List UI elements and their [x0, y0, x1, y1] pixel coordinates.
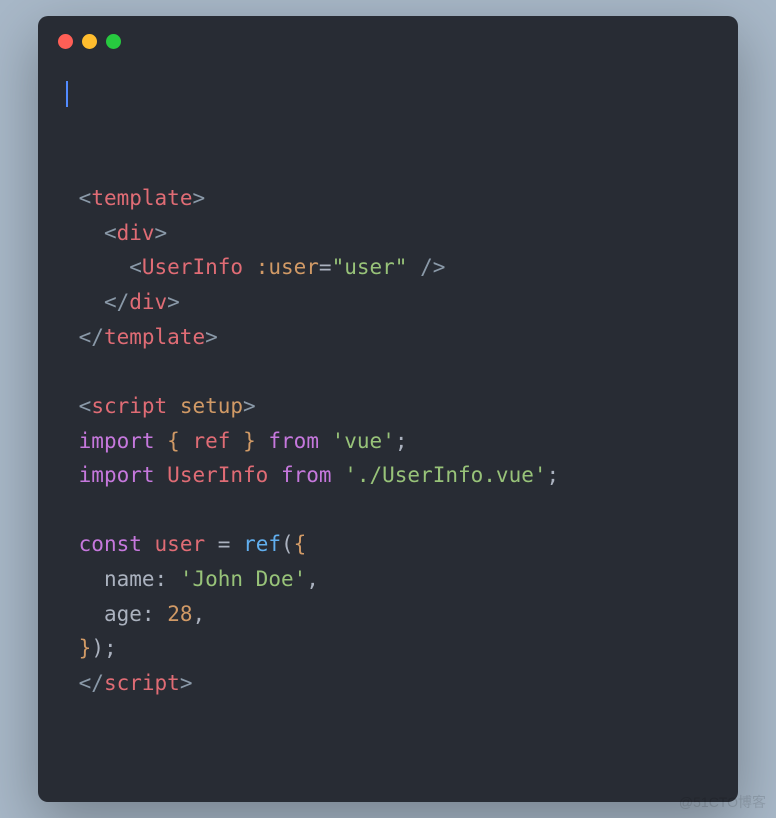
- code-line: import { ref } from 'vue';: [66, 424, 710, 459]
- token-prop: age: [104, 602, 142, 626]
- token-tag-bracket: <: [129, 255, 142, 279]
- token-tag-name: template: [104, 325, 205, 349]
- token-tag-bracket: </: [104, 290, 129, 314]
- code-line: name: 'John Doe',: [66, 562, 710, 597]
- maximize-icon[interactable]: [106, 34, 121, 49]
- token-tag-bracket: <: [104, 221, 117, 245]
- token-plain: [407, 255, 420, 279]
- code-window: <template> <div> <UserInfo :user="user" …: [38, 16, 738, 802]
- text-cursor: [66, 81, 68, 107]
- token-keyword: from: [281, 463, 332, 487]
- token-punct: ,: [192, 602, 205, 626]
- token-brace: }: [79, 636, 92, 660]
- token-punct: ;: [104, 636, 117, 660]
- token-plain: [256, 429, 269, 453]
- token-keyword: import: [79, 429, 155, 453]
- token-punct: ;: [547, 463, 560, 487]
- token-tag-bracket: >: [167, 290, 180, 314]
- token-plain: [332, 463, 345, 487]
- token-attr-name: setup: [180, 394, 243, 418]
- token-plain: [155, 602, 168, 626]
- token-keyword: from: [268, 429, 319, 453]
- token-tag-name: script: [91, 394, 167, 418]
- code-line: const user = ref({: [66, 527, 710, 562]
- token-tag-name: script: [104, 671, 180, 695]
- token-punct: :: [155, 567, 168, 591]
- token-tag-bracket: <: [79, 394, 92, 418]
- token-tag-bracket: />: [420, 255, 445, 279]
- token-tag-bracket: </: [79, 325, 104, 349]
- code-line: age: 28,: [66, 597, 710, 632]
- token-tag-bracket: </: [79, 671, 104, 695]
- token-brace: }: [243, 429, 256, 453]
- token-prop: name: [104, 567, 155, 591]
- token-string: 'vue': [332, 429, 395, 453]
- token-tag-name: div: [129, 290, 167, 314]
- code-line: <div>: [66, 216, 710, 251]
- token-plain: [243, 255, 256, 279]
- token-plain: [230, 532, 243, 556]
- code-line: });: [66, 631, 710, 666]
- token-tag-name: div: [117, 221, 155, 245]
- token-plain: [268, 463, 281, 487]
- code-line: [66, 354, 710, 389]
- token-plain: [205, 532, 218, 556]
- token-number: 28: [167, 602, 192, 626]
- token-punct: =: [319, 255, 332, 279]
- token-tag-bracket: >: [155, 221, 168, 245]
- token-plain: [155, 429, 168, 453]
- token-punct: ): [91, 636, 104, 660]
- token-plain: [167, 567, 180, 591]
- token-plain: [180, 429, 193, 453]
- code-line: import UserInfo from './UserInfo.vue';: [66, 458, 710, 493]
- code-line: </script>: [66, 666, 710, 701]
- token-punct: (: [281, 532, 294, 556]
- token-punct: ;: [395, 429, 408, 453]
- token-plain: [155, 463, 168, 487]
- code-line: </template>: [66, 320, 710, 355]
- token-tag-bracket: >: [205, 325, 218, 349]
- code-line: <template>: [66, 181, 710, 216]
- code-line: <UserInfo :user="user" />: [66, 250, 710, 285]
- token-attr-name: :user: [256, 255, 319, 279]
- token-tag-bracket: >: [243, 394, 256, 418]
- code-line: <script setup>: [66, 389, 710, 424]
- token-ident: UserInfo: [167, 463, 268, 487]
- token-tag-bracket: <: [79, 186, 92, 210]
- token-tag-name: template: [91, 186, 192, 210]
- token-keyword: const: [79, 532, 142, 556]
- code-line: [66, 493, 710, 528]
- token-punct: ,: [306, 567, 319, 591]
- token-keyword: import: [79, 463, 155, 487]
- token-brace: {: [167, 429, 180, 453]
- token-punct: :: [142, 602, 155, 626]
- token-plain: [142, 532, 155, 556]
- token-ident: user: [155, 532, 206, 556]
- token-attr-value: "user": [332, 255, 408, 279]
- token-string: 'John Doe': [180, 567, 306, 591]
- token-string: './UserInfo.vue': [344, 463, 546, 487]
- token-plain: [319, 429, 332, 453]
- token-tag-bracket: >: [180, 671, 193, 695]
- token-plain: [167, 394, 180, 418]
- token-ident: ref: [192, 429, 230, 453]
- token-tag-bracket: >: [192, 186, 205, 210]
- minimize-icon[interactable]: [82, 34, 97, 49]
- close-icon[interactable]: [58, 34, 73, 49]
- code-area: <template> <div> <UserInfo :user="user" …: [38, 57, 738, 802]
- token-punct: =: [218, 532, 231, 556]
- token-plain: [230, 429, 243, 453]
- token-tag-name: UserInfo: [142, 255, 243, 279]
- token-func: ref: [243, 532, 281, 556]
- watermark: @51CTO博客: [679, 792, 766, 812]
- code-line: </div>: [66, 285, 710, 320]
- code-content: <template> <div> <UserInfo :user="user" …: [66, 181, 710, 701]
- token-brace: {: [294, 532, 307, 556]
- window-titlebar: [38, 16, 738, 57]
